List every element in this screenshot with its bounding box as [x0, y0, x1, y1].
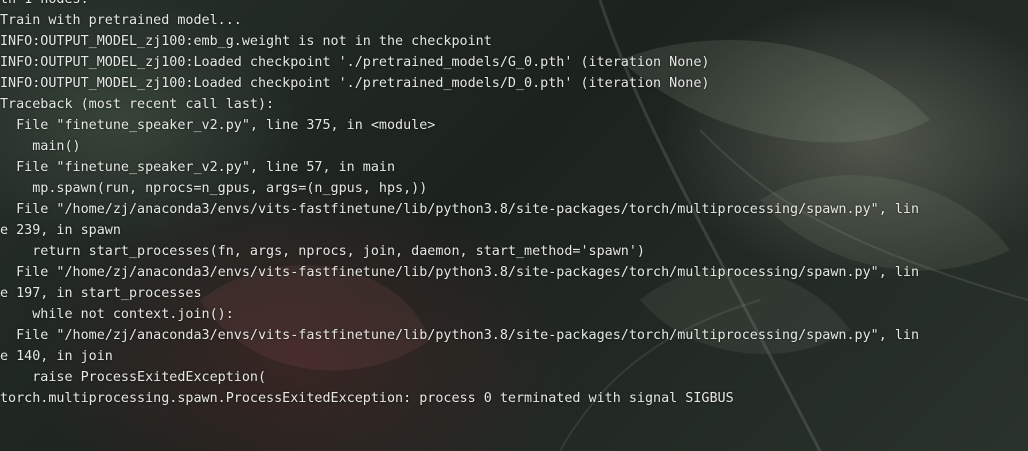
terminal-line: torch.multiprocessing.spawn.ProcessExite… — [0, 391, 734, 406]
terminal-line: Train with pretrained model... — [0, 13, 242, 28]
terminal-line: e 239, in spawn — [0, 223, 121, 238]
terminal-window[interactable]: th 1 nodes. Train with pretrained model..… — [0, 0, 1028, 451]
terminal-line: th 1 nodes. — [0, 0, 1028, 10]
terminal-line: File "finetune_speaker_v2.py", line 375,… — [0, 118, 436, 133]
terminal-line: INFO:OUTPUT_MODEL_zj100:Loaded checkpoin… — [0, 55, 710, 70]
terminal-line: File "/home/zj/anaconda3/envs/vits-fastf… — [0, 265, 920, 280]
terminal-line: File "finetune_speaker_v2.py", line 57, … — [0, 160, 396, 175]
terminal-line: e 197, in start_processes — [0, 286, 202, 301]
terminal-line: e 140, in join — [0, 349, 113, 364]
terminal-line: INFO:OUTPUT_MODEL_zj100:emb_g.weight is … — [0, 34, 492, 49]
terminal-line: main() — [0, 139, 81, 154]
terminal-line: INFO:OUTPUT_MODEL_zj100:Loaded checkpoin… — [0, 76, 710, 91]
terminal-line: File "/home/zj/anaconda3/envs/vits-fastf… — [0, 202, 920, 217]
terminal-line: raise ProcessExitedException( — [0, 370, 267, 385]
terminal-line: Traceback (most recent call last): — [0, 97, 275, 112]
terminal-line: while not context.join(): — [0, 307, 234, 322]
terminal-line: return start_processes(fn, args, nprocs,… — [0, 244, 645, 259]
terminal-line: File "/home/zj/anaconda3/envs/vits-fastf… — [0, 328, 920, 343]
terminal-output[interactable]: th 1 nodes. Train with pretrained model..… — [0, 0, 1028, 451]
terminal-line: mp.spawn(run, nprocs=n_gpus, args=(n_gpu… — [0, 181, 428, 196]
